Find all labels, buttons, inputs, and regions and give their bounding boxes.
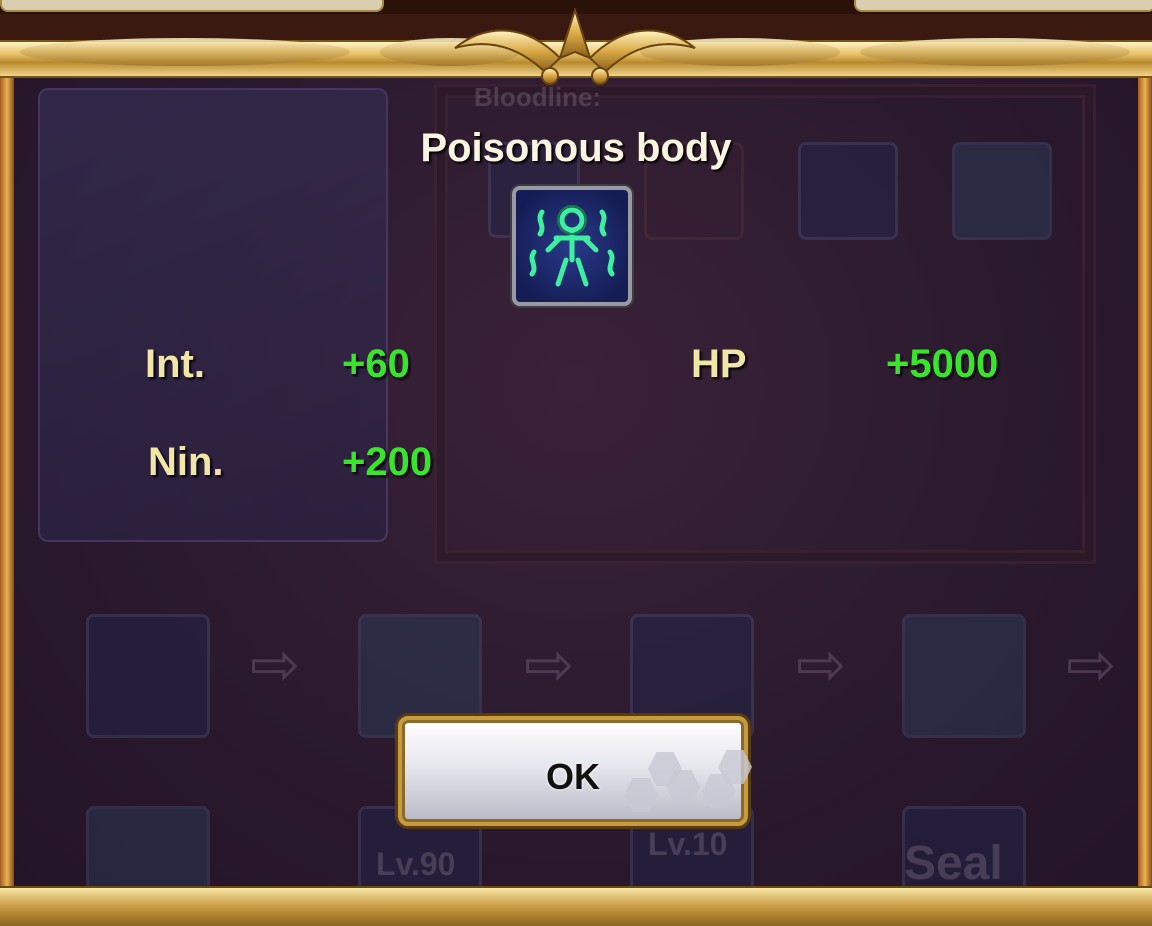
background-arrow-icon: ⇨ [524, 630, 575, 700]
background-arrow-icon: ⇨ [1066, 630, 1117, 700]
background-seal-label: Seal [904, 837, 1003, 890]
skill-title: Poisonous body [420, 126, 732, 170]
top-tab-right [854, 0, 1152, 12]
poison-body-skill-icon [512, 186, 632, 306]
stat-label-nin: Nin. [148, 440, 224, 484]
gold-crest-icon [454, 8, 696, 85]
background-chain-slot-1 [86, 614, 210, 738]
stat-value-int: +60 [342, 342, 410, 386]
background-level-tag: Lv.10 [648, 826, 728, 862]
stat-value-hp: +5000 [886, 342, 999, 386]
background-arrow-icon: ⇨ [250, 630, 301, 700]
frame-bottom-bar [0, 886, 1152, 926]
stat-label-int: Int. [145, 342, 205, 386]
ok-button-label: OK [546, 756, 600, 797]
stat-value-nin: +200 [342, 440, 433, 484]
frame-ribbon [860, 38, 1130, 66]
background-arrow-icon: ⇨ [796, 630, 847, 700]
stat-label-hp: HP [691, 342, 747, 386]
background-chain-slot-4 [902, 614, 1026, 738]
ok-button[interactable]: OK [398, 716, 752, 826]
top-tab-left [0, 0, 384, 12]
background-row2-slot-1 [86, 806, 210, 892]
popup-frame: Bloodline: ⇨ ⇨ ⇨ ⇨ Lv.90 Lv.10 Seal Pois… [0, 0, 1152, 926]
frame-ribbon [20, 38, 350, 66]
background-level-tag: Lv.90 [376, 846, 456, 882]
